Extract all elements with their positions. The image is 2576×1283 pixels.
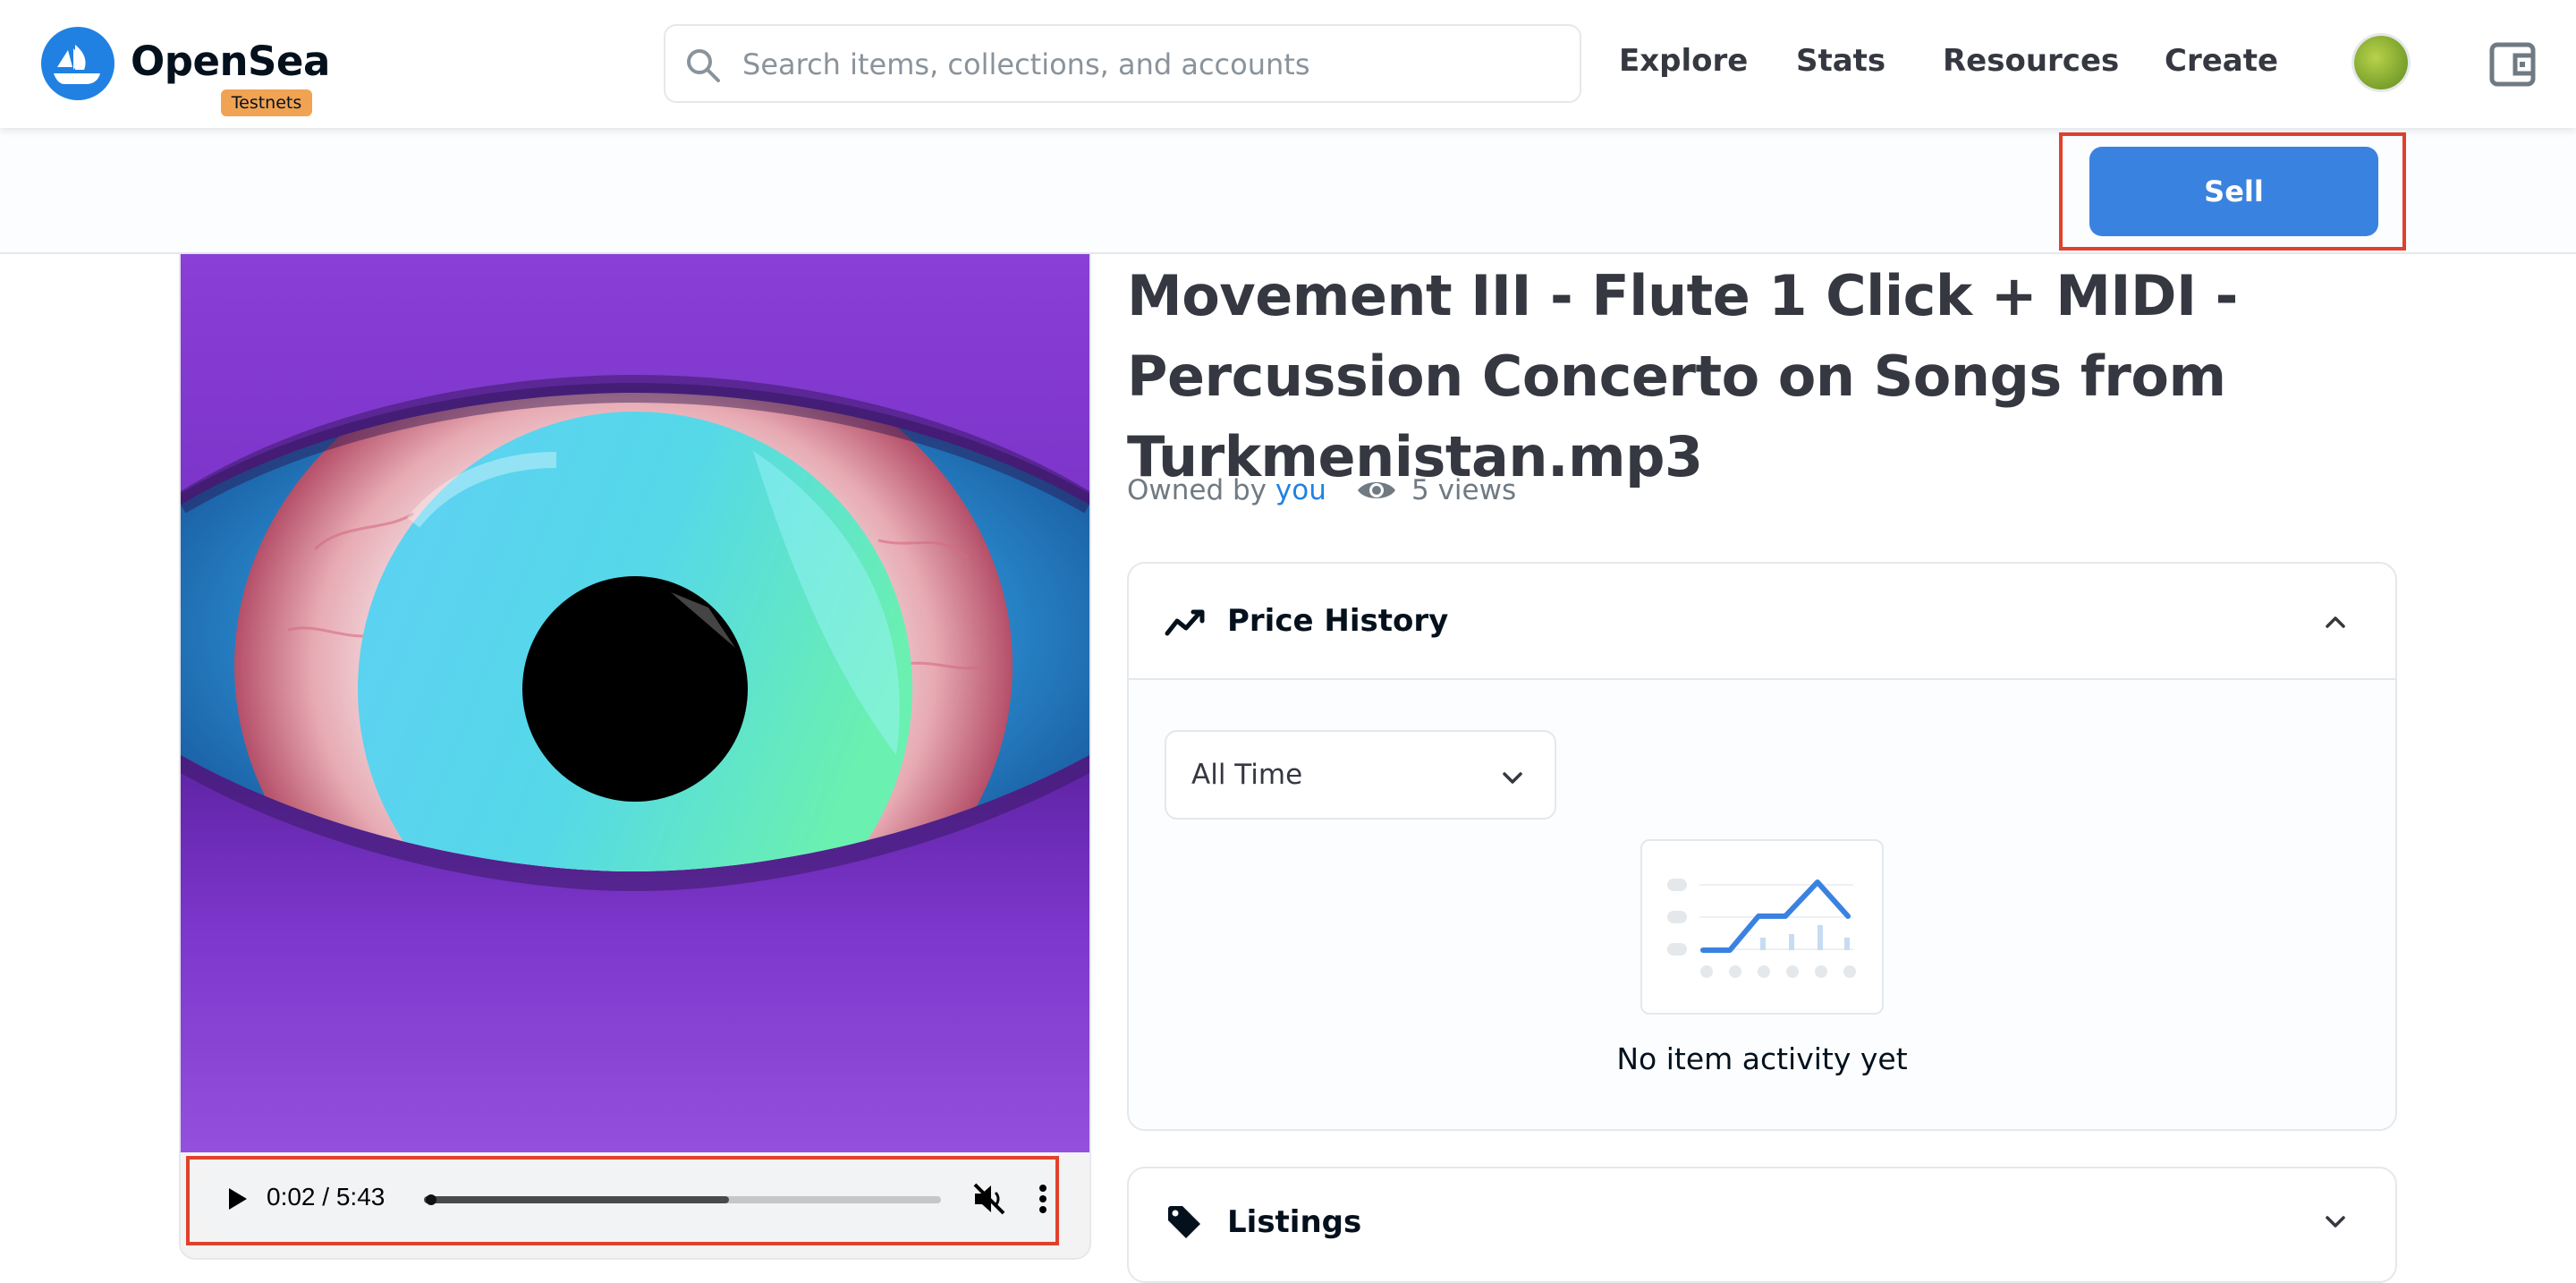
top-navbar: OpenSea Testnets Explore Stats Resources… (0, 0, 2576, 128)
wallet-icon[interactable] (2488, 39, 2538, 89)
media-container: 0:02 / 5:43 (179, 254, 1091, 1260)
nav-stats[interactable]: Stats (1796, 43, 1885, 79)
view-count: 5 views (1411, 474, 1517, 506)
nav-explore[interactable]: Explore (1619, 43, 1748, 79)
tag-icon (1168, 1206, 1200, 1238)
nav-resources[interactable]: Resources (1943, 43, 2119, 79)
search-bar[interactable] (664, 24, 1581, 103)
chevron-up-icon[interactable] (2322, 608, 2349, 635)
empty-chart-icon (1667, 879, 1856, 978)
owned-by-label: Owned by (1127, 474, 1275, 506)
price-history-panel: Price History All Time No item activity … (1127, 562, 2397, 1131)
owned-by: Owned by you (1127, 474, 1326, 506)
nav-create[interactable]: Create (2165, 43, 2278, 79)
listings-title: Listings (1227, 1204, 1362, 1240)
empty-chart-illustration (1640, 839, 1884, 1015)
trending-line-icon (1165, 609, 1205, 636)
price-history-title: Price History (1227, 603, 1449, 639)
owner-link[interactable]: you (1275, 474, 1326, 506)
price-history-header[interactable]: Price History (1129, 564, 2395, 680)
search-input[interactable] (741, 26, 1549, 103)
brand-name[interactable]: OpenSea (131, 38, 330, 85)
time-range-select[interactable]: All Time (1165, 730, 1556, 820)
empty-activity-text: No item activity yet (1616, 1041, 1908, 1076)
testnets-badge: Testnets (221, 89, 312, 116)
time-range-value: All Time (1191, 759, 1303, 791)
chevron-down-icon[interactable] (2322, 1208, 2349, 1235)
audio-player-highlight (186, 1156, 1059, 1245)
nft-artwork-image (181, 254, 1089, 1152)
listings-panel[interactable]: Listings (1127, 1167, 2397, 1283)
eye-icon (1358, 482, 1395, 498)
price-history-body: All Time No item activity yet (1129, 680, 2395, 1129)
chevron-down-icon (1503, 772, 1522, 784)
search-icon (687, 49, 720, 82)
profile-avatar[interactable] (2354, 36, 2408, 89)
opensea-logo-icon[interactable] (41, 27, 114, 100)
sell-button[interactable]: Sell (2089, 147, 2378, 236)
item-title: Movement III - Flute 1 Click + MIDI - Pe… (1127, 263, 2238, 489)
